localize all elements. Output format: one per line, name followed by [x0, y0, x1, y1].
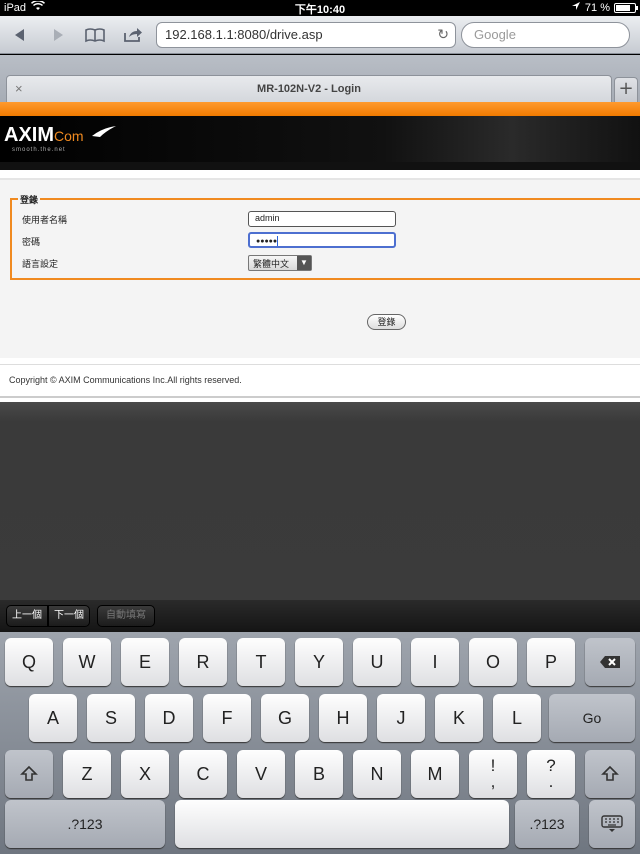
copyright-text: Copyright © AXIM Communications Inc.All … [9, 375, 242, 385]
key-z[interactable]: Z [63, 750, 111, 798]
username-label: 使用者名稱 [22, 215, 68, 225]
empty-page-area [0, 402, 640, 600]
dropdown-arrow-icon: ▼ [297, 256, 311, 270]
header-banner: AXIMCom smooth.the.net [0, 116, 640, 162]
key-c[interactable]: C [179, 750, 227, 798]
key-j[interactable]: J [377, 694, 425, 742]
key-period-bottom: . [548, 772, 554, 791]
status-bar: iPad 下午10:40 71 % [0, 0, 640, 16]
key-m[interactable]: M [411, 750, 459, 798]
autofill-button[interactable]: 自動填寫 [97, 605, 155, 627]
orange-header-bar [0, 102, 640, 116]
bird-logo-icon [92, 126, 116, 137]
battery-percent: 71 % [584, 1, 610, 14]
new-tab-button[interactable]: + [614, 77, 638, 102]
login-fieldset: 登錄 使用者名稱 admin 密碼 ●●●●● 語言設定 繁體中文 ▼ [10, 193, 640, 280]
key-t[interactable]: T [237, 638, 285, 686]
key-q[interactable]: Q [5, 638, 53, 686]
on-screen-keyboard: Q W E R T Y U I O P A S D F G H J K L Go… [0, 632, 640, 854]
tab-bar: × MR-102N-V2 - Login + [0, 55, 640, 102]
shift-icon [601, 765, 619, 781]
language-value: 繁體中文 [253, 259, 290, 269]
logo-suffix: Com [54, 128, 84, 144]
browser-toolbar: 192.168.1.1:8080/drive.asp ↻ Google [0, 16, 640, 54]
status-time: 下午10:40 [294, 4, 346, 16]
delete-key[interactable] [585, 638, 635, 686]
axim-logo: AXIMCom smooth.the.net [4, 124, 116, 153]
password-label: 密碼 [22, 237, 41, 247]
keyboard-hide-icon [601, 815, 623, 832]
go-key[interactable]: Go [549, 694, 635, 742]
key-a[interactable]: A [29, 694, 77, 742]
key-k[interactable]: K [435, 694, 483, 742]
tab-active[interactable]: × MR-102N-V2 - Login [6, 75, 612, 102]
search-field[interactable]: Google [461, 22, 630, 48]
shift-icon [20, 765, 38, 781]
previous-field-button[interactable]: 上一個 [6, 605, 48, 627]
key-l[interactable]: L [493, 694, 541, 742]
key-g[interactable]: G [261, 694, 309, 742]
key-h[interactable]: H [319, 694, 367, 742]
key-y[interactable]: Y [295, 638, 343, 686]
location-icon [571, 1, 581, 14]
shift-key-left[interactable] [5, 750, 53, 798]
key-e[interactable]: E [121, 638, 169, 686]
space-bar[interactable] [175, 800, 509, 848]
key-comma-bottom: , [490, 772, 496, 791]
language-select[interactable]: 繁體中文 ▼ [248, 255, 312, 271]
key-d[interactable]: D [145, 694, 193, 742]
shift-key-right[interactable] [585, 750, 635, 798]
key-i[interactable]: I [411, 638, 459, 686]
key-s[interactable]: S [87, 694, 135, 742]
form-assistant-bar: 上一個 下一個 自動填寫 [0, 600, 640, 632]
dismiss-keyboard-key[interactable] [589, 800, 635, 848]
text-cursor [277, 236, 279, 246]
username-input[interactable]: admin [248, 211, 396, 227]
key-v[interactable]: V [237, 750, 285, 798]
key-r[interactable]: R [179, 638, 227, 686]
tab-title: MR-102N-V2 - Login [257, 83, 361, 95]
logo-tagline: smooth.the.net [12, 147, 66, 153]
login-button[interactable]: 登錄 [367, 314, 406, 330]
share-button[interactable] [118, 24, 148, 46]
back-button[interactable] [5, 24, 35, 46]
copyright-footer: Copyright © AXIM Communications Inc.All … [0, 364, 640, 398]
search-placeholder: Google [474, 27, 516, 42]
login-content: 登錄 使用者名稱 admin 密碼 ●●●●● 語言設定 繁體中文 ▼ 登錄 [0, 178, 640, 358]
backspace-icon [600, 656, 620, 668]
password-input[interactable]: ●●●●● [248, 232, 396, 248]
forward-button[interactable] [43, 24, 73, 46]
key-f[interactable]: F [203, 694, 251, 742]
language-label: 語言設定 [22, 259, 59, 269]
bookmarks-button[interactable] [80, 24, 110, 46]
logo-text: AXIM [4, 124, 54, 146]
key-question-period[interactable]: ?. [527, 750, 575, 798]
battery-icon [614, 2, 638, 13]
numbers-key-left[interactable]: .?123 [5, 800, 165, 848]
next-field-button[interactable]: 下一個 [48, 605, 90, 627]
key-b[interactable]: B [295, 750, 343, 798]
address-bar[interactable]: 192.168.1.1:8080/drive.asp ↻ [156, 22, 456, 48]
key-n[interactable]: N [353, 750, 401, 798]
key-exclaim-comma[interactable]: !, [469, 750, 517, 798]
numbers-key-right[interactable]: .?123 [515, 800, 579, 848]
fieldset-legend: 登錄 [18, 193, 41, 206]
key-p[interactable]: P [527, 638, 575, 686]
header-stripe [0, 162, 640, 170]
password-value: ●●●●● [256, 237, 278, 245]
key-w[interactable]: W [63, 638, 111, 686]
reload-icon[interactable]: ↻ [437, 26, 449, 43]
close-tab-icon[interactable]: × [15, 76, 23, 102]
key-x[interactable]: X [121, 750, 169, 798]
key-o[interactable]: O [469, 638, 517, 686]
key-u[interactable]: U [353, 638, 401, 686]
url-text: 192.168.1.1:8080/drive.asp [165, 27, 323, 42]
username-value: admin [255, 213, 280, 223]
web-page: AXIMCom smooth.the.net 登錄 使用者名稱 admin 密碼… [0, 102, 640, 402]
